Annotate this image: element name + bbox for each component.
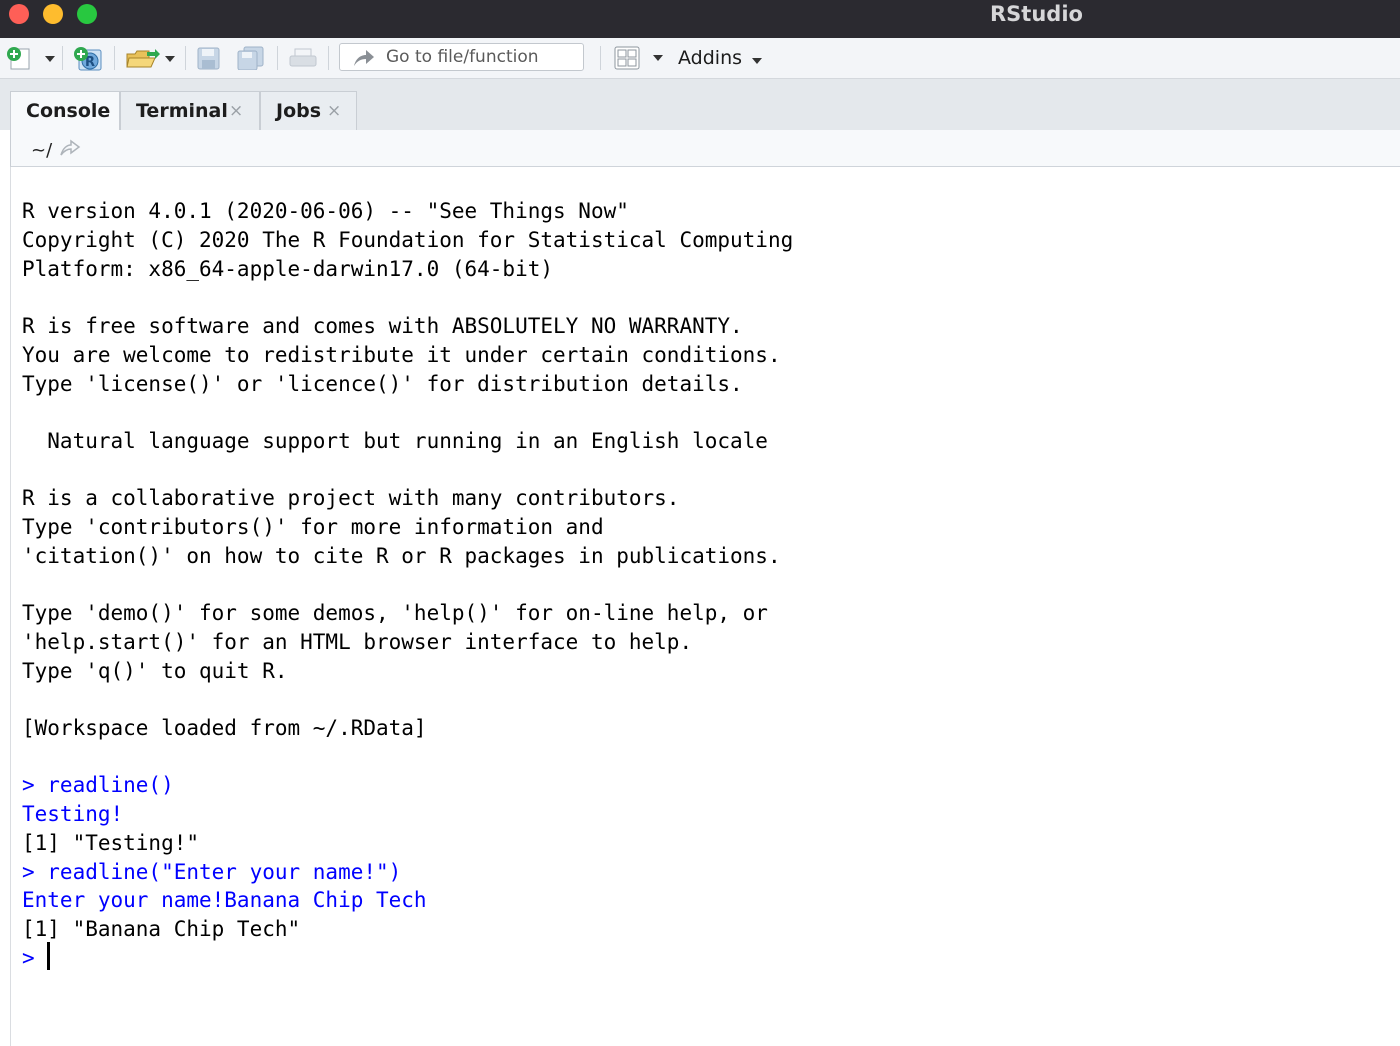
- tab-label: Console: [26, 100, 111, 122]
- go-to-file-function[interactable]: [339, 43, 584, 71]
- window-title: RStudio: [990, 2, 1083, 26]
- open-file-button[interactable]: [125, 46, 177, 70]
- new-file-button[interactable]: [5, 46, 57, 70]
- pane-layout-button[interactable]: [614, 46, 666, 70]
- console-input-line: Testing!: [22, 802, 124, 826]
- console-line: [1] "Banana Chip Tech": [22, 917, 301, 941]
- console-path-bar: ~/: [10, 130, 1400, 167]
- text-cursor: [47, 942, 50, 970]
- go-to-arrow-icon: [354, 50, 374, 66]
- console-line: R is a collaborative project with many c…: [22, 486, 680, 510]
- tab-console[interactable]: Console: [10, 91, 120, 131]
- console-line: [1] "Testing!": [22, 831, 200, 855]
- save-icon: [197, 47, 220, 70]
- save-button[interactable]: [196, 46, 222, 70]
- addins-label: Addins: [678, 47, 743, 69]
- close-window-button[interactable]: [9, 4, 29, 24]
- console-line: 'help.start()' for an HTML browser inter…: [22, 630, 693, 654]
- go-to-file-input[interactable]: [386, 47, 576, 67]
- console-line: [Workspace loaded from ~/.RData]: [22, 716, 427, 740]
- toolbar-separator: [114, 46, 115, 70]
- print-icon: [289, 48, 317, 67]
- addins-chevron-down-icon: [752, 58, 762, 64]
- open-folder-icon: [126, 49, 175, 68]
- go-to-directory-icon[interactable]: [59, 139, 81, 157]
- new-project-button[interactable]: R: [73, 46, 107, 71]
- print-button[interactable]: [288, 46, 318, 70]
- toolbar-separator: [277, 46, 278, 70]
- console-input-line: > readline("Enter your name!"): [22, 860, 402, 884]
- console-line: Type 'license()' or 'licence()' for dist…: [22, 372, 743, 396]
- toolbar-separator: [600, 46, 601, 70]
- toolbar-separator: [62, 46, 63, 70]
- console-line: Natural language support but running in …: [22, 429, 768, 453]
- pane-tabs: Console Terminal × Jobs ×: [0, 79, 1400, 131]
- console-line: Platform: x86_64-apple-darwin17.0 (64-bi…: [22, 257, 554, 281]
- console-input-line: > readline(): [22, 773, 174, 797]
- console-line: You are welcome to redistribute it under…: [22, 343, 781, 367]
- grid-icon: [614, 46, 663, 70]
- save-all-button[interactable]: [236, 46, 266, 71]
- tab-label: Terminal: [136, 100, 228, 122]
- save-all-icon: [237, 46, 264, 71]
- addins-menu[interactable]: Addins: [678, 47, 742, 69]
- minimize-window-button[interactable]: [43, 4, 63, 24]
- console-line: Type 'contributors()' for more informati…: [22, 515, 604, 539]
- new-project-icon: R: [74, 47, 102, 71]
- close-icon[interactable]: ×: [327, 101, 341, 121]
- title-bar: RStudio: [0, 0, 1400, 38]
- close-icon[interactable]: ×: [229, 101, 243, 121]
- new-file-icon: [7, 47, 55, 70]
- console-line: Type 'demo()' for some demos, 'help()' f…: [22, 601, 768, 625]
- console-line: Type 'q()' to quit R.: [22, 659, 288, 683]
- tab-jobs[interactable]: Jobs ×: [260, 91, 357, 130]
- toolbar-separator: [185, 46, 186, 70]
- console-line: R version 4.0.1 (2020-06-06) -- "See Thi…: [22, 199, 629, 223]
- console-line: Copyright (C) 2020 The R Foundation for …: [22, 228, 794, 252]
- tab-terminal[interactable]: Terminal ×: [120, 91, 260, 130]
- zoom-window-button[interactable]: [77, 4, 97, 24]
- console-line: 'citation()' on how to cite R or R packa…: [22, 544, 781, 568]
- main-toolbar: R Go to file/function Addins: [0, 38, 1400, 79]
- tab-label: Jobs: [276, 100, 322, 122]
- working-directory: ~/: [31, 140, 53, 161]
- console-output[interactable]: R version 4.0.1 (2020-06-06) -- "See Thi…: [10, 167, 1400, 1046]
- toolbar-separator: [328, 46, 329, 70]
- console-prompt[interactable]: >: [22, 945, 35, 971]
- console-input-line: Enter your name!Banana Chip Tech: [22, 888, 427, 912]
- console-line: R is free software and comes with ABSOLU…: [22, 314, 743, 338]
